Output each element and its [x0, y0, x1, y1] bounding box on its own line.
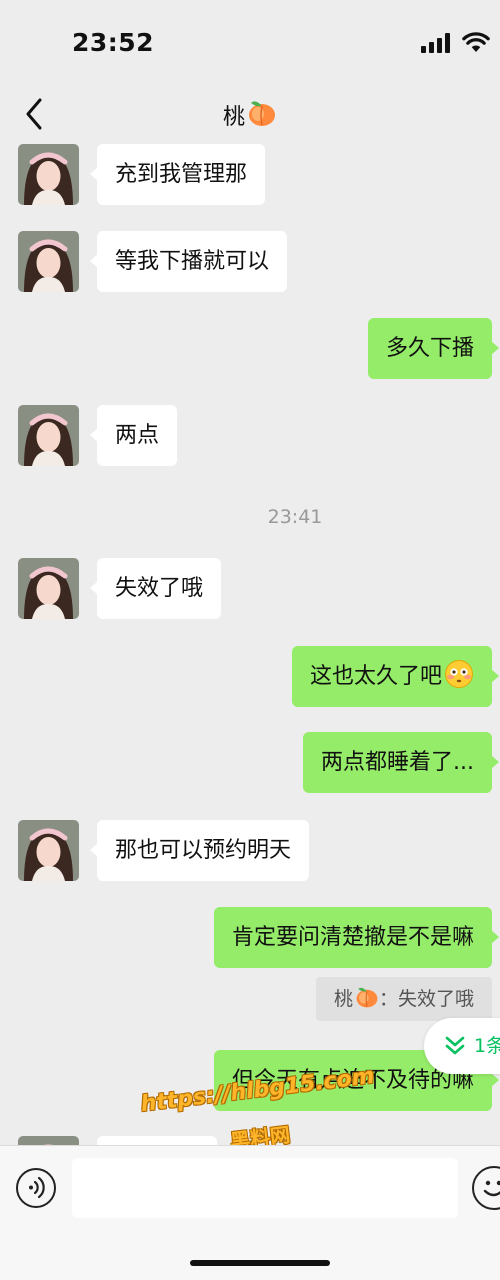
contact-avatar[interactable] [18, 558, 79, 619]
flushed-face-emoji-icon [445, 660, 473, 688]
new-messages-button[interactable]: 1条 [424, 1018, 500, 1074]
quoted-message[interactable]: 桃 ：失效了哦 [315, 977, 492, 1021]
message-timestamp: 23:41 [267, 506, 323, 528]
message-bubble-outgoing[interactable]: 多久下播 [367, 318, 500, 379]
chat-title-text: 桃 [222, 105, 245, 130]
voice-icon [29, 1176, 45, 1199]
input-bar [0, 1145, 500, 1280]
wifi-icon [462, 32, 490, 52]
message-bubble-incoming[interactable]: 等我下播就可以 [89, 231, 288, 292]
message-text: 这也太久了吧 [309, 664, 442, 689]
message-input[interactable] [72, 1158, 458, 1218]
emoji-icon [483, 1180, 500, 1197]
quoted-text: ：失效了哦 [378, 988, 474, 1010]
emoji-button[interactable] [472, 1166, 500, 1210]
message-bubble-incoming[interactable]: 充到我管理那 [89, 144, 266, 205]
peach-emoji-icon [356, 987, 378, 1008]
home-indicator [190, 1260, 330, 1266]
contact-avatar[interactable] [18, 231, 79, 292]
voice-button[interactable] [16, 1168, 56, 1208]
contact-avatar[interactable] [18, 820, 79, 881]
contact-avatar[interactable] [18, 405, 79, 466]
cellular-signal-icon [421, 33, 451, 53]
message-bubble-outgoing[interactable]: 两点都睡着了... [303, 732, 499, 793]
chat-screen: 23:52 桃 充到我管理那 等我下播就可以 多久下播 两点 23:41 失效了… [0, 0, 500, 1280]
double-chevron-down-icon [445, 1036, 465, 1055]
message-bubble-incoming[interactable]: 失效了哦 [89, 558, 222, 619]
status-time: 23:52 [72, 28, 155, 57]
message-bubble-outgoing[interactable]: 肯定要问清楚撤是不是嘛 [213, 907, 500, 968]
message-bubble-incoming[interactable]: 那也可以预约明天 [89, 820, 310, 881]
contact-avatar[interactable] [18, 144, 79, 205]
new-messages-label: 1条 [474, 1035, 500, 1057]
peach-emoji-icon [249, 101, 275, 126]
message-bubble-incoming[interactable]: 两点 [89, 405, 178, 466]
quoted-sender: 桃 [333, 988, 353, 1010]
chat-title: 桃 [0, 98, 500, 131]
message-bubble-outgoing[interactable]: 这也太久了吧 [291, 646, 500, 707]
